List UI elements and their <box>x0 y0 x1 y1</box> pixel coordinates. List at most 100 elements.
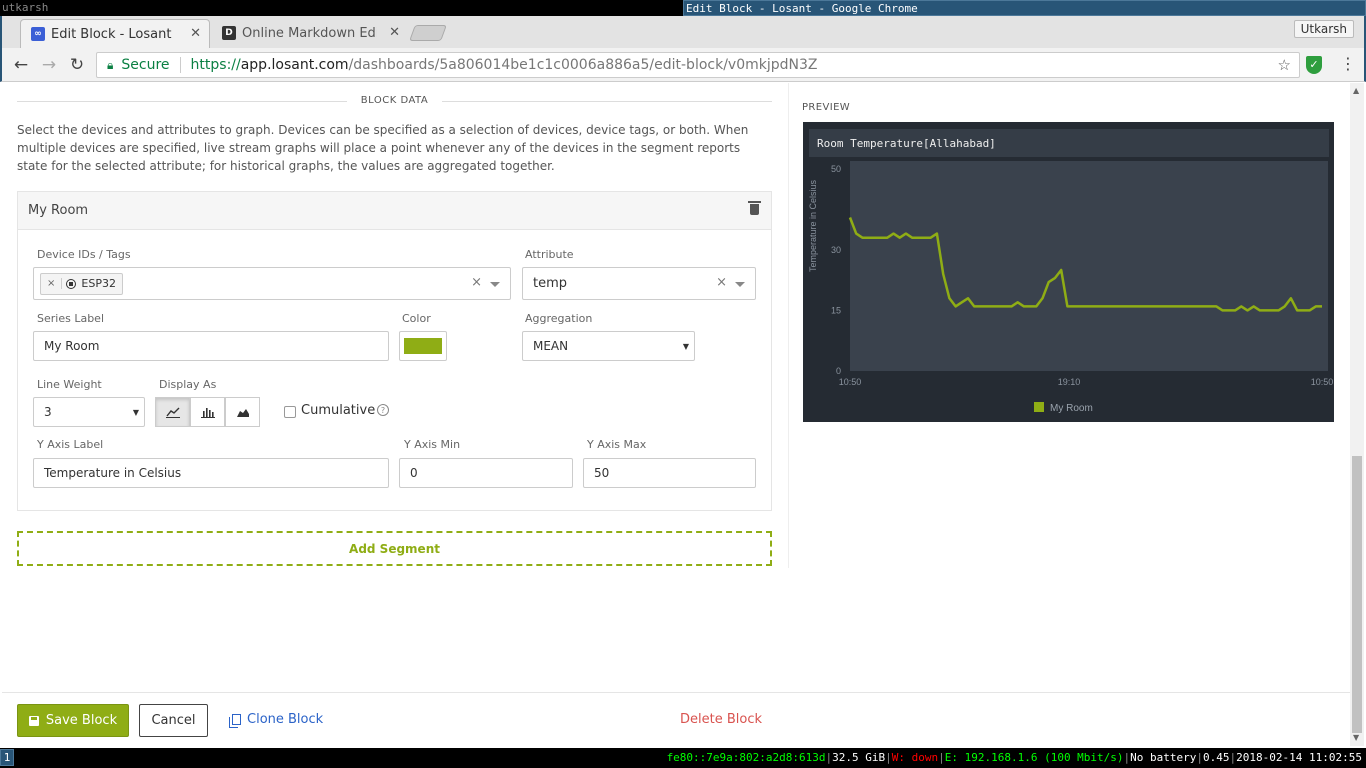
chevron-down-icon[interactable] <box>490 282 500 287</box>
device-ids-input[interactable]: × ESP32 × <box>33 267 511 300</box>
url-path: /dashboards/5a806014be1c1c0006a886a5/edi… <box>348 57 818 73</box>
x-tick-label: 10:50 <box>1311 377 1334 387</box>
wm-top-bar: utkarsh Edit Block - Losant - Google Chr… <box>0 0 1366 16</box>
segment-name: My Room <box>28 203 89 218</box>
wm-status-bar: 1 fe80::7e9a:802:a2d8:613d|32.5 GiB|W: d… <box>0 748 1366 768</box>
scrollbar-thumb[interactable] <box>1352 456 1362 733</box>
preview-chart-panel: Room Temperature[Allahabad] Temperature … <box>803 122 1334 422</box>
attribute-select[interactable]: temp × <box>522 267 756 300</box>
y-axis-label-value: Temperature in Celsius <box>44 466 182 480</box>
color-label: Color <box>402 312 431 325</box>
block-data-description: Select the devices and attributes to gra… <box>17 123 749 173</box>
y-axis-min-input[interactable]: 0 <box>399 458 573 488</box>
block-data-heading: BLOCK DATA <box>17 95 772 106</box>
series-label-label: Series Label <box>37 312 104 325</box>
y-axis-label-label: Y Axis Label <box>37 438 104 451</box>
page-content: BLOCK DATA Select the devices and attrib… <box>2 83 1364 746</box>
chevron-down-icon[interactable] <box>735 282 745 287</box>
close-tab-icon[interactable]: ✕ <box>190 26 201 41</box>
y-axis-max-input[interactable]: 50 <box>583 458 756 488</box>
window-title: Edit Block - Losant - Google Chrome <box>683 0 1366 16</box>
cancel-button[interactable]: Cancel <box>139 704 208 737</box>
scroll-up-icon[interactable]: ▲ <box>1353 86 1359 95</box>
cumulative-checkbox[interactable] <box>284 406 296 418</box>
device-ids-label: Device IDs / Tags <box>37 248 131 261</box>
y-axis-max-label: Y Axis Max <box>587 438 647 451</box>
y-axis-min-label: Y Axis Min <box>404 438 461 451</box>
help-icon[interactable]: ? <box>377 404 389 416</box>
add-segment-button[interactable]: Add Segment <box>17 531 772 566</box>
tab-title: Online Markdown Editor <box>242 26 377 41</box>
area-chart-icon <box>236 409 249 417</box>
reload-icon[interactable]: ↻ <box>66 54 88 76</box>
preview-heading: PREVIEW <box>802 102 851 113</box>
series-label-input[interactable]: My Room <box>33 331 389 361</box>
clone-block-button[interactable]: Clone Block <box>229 712 324 728</box>
chrome-menu-icon[interactable]: ⋮ <box>1340 54 1356 73</box>
remove-chip-icon[interactable]: × <box>41 278 63 289</box>
cumulative-label: Cumulative <box>301 403 376 418</box>
legend-label: My Room <box>1050 403 1093 414</box>
line-weight-select[interactable]: 3 ▼ <box>33 397 145 427</box>
profile-button[interactable]: Utkarsh <box>1293 20 1354 38</box>
forward-arrow-icon[interactable]: → <box>38 54 60 76</box>
scroll-down-icon[interactable]: ▼ <box>1353 733 1359 742</box>
line-chart-icon <box>165 407 180 418</box>
tab-markdown-editor[interactable]: D Online Markdown Editor ✕ <box>212 19 408 48</box>
y-tick-label: 30 <box>831 245 841 255</box>
workspace-button[interactable]: 1 <box>0 749 14 766</box>
browser-toolbar: ← → ↻ 🔒︎ Secure https://app.losant.com/d… <box>0 48 1366 82</box>
url-scheme: https:// <box>190 57 241 73</box>
device-chip[interactable]: × ESP32 <box>40 272 123 295</box>
bookmark-star-icon[interactable]: ☆ <box>1278 56 1291 74</box>
display-line-button[interactable] <box>155 397 190 427</box>
status-line: fe80::7e9a:802:a2d8:613d|32.5 GiB|W: dow… <box>666 751 1362 764</box>
select-caret-icon: ▼ <box>682 342 689 351</box>
line-weight-label: Line Weight <box>37 378 102 391</box>
column-divider <box>788 83 789 568</box>
status-wifi: W: down <box>891 751 939 764</box>
aggregation-value: MEAN <box>533 339 569 353</box>
trash-icon[interactable] <box>748 201 761 215</box>
y-axis-max-value: 50 <box>594 466 610 480</box>
clear-attribute-icon[interactable]: × <box>716 275 727 290</box>
y-axis-label-input[interactable]: Temperature in Celsius <box>33 458 389 488</box>
clone-block-label: Clone Block <box>247 712 324 727</box>
close-tab-icon[interactable]: ✕ <box>389 25 400 40</box>
markdown-favicon-icon: D <box>222 26 236 40</box>
color-picker[interactable] <box>399 331 447 361</box>
new-tab-button[interactable] <box>409 25 447 41</box>
y-axis-title: Temperature in Celsius <box>808 179 818 272</box>
select-caret-icon: ▼ <box>132 408 139 417</box>
clear-devices-icon[interactable]: × <box>471 275 482 290</box>
segment-header[interactable]: My Room <box>18 192 771 230</box>
bar-chart-icon <box>200 408 215 418</box>
display-area-button[interactable] <box>225 397 260 427</box>
x-tick-label: 19:10 <box>1058 377 1081 387</box>
aggregation-select[interactable]: MEAN ▼ <box>522 331 695 361</box>
page-scrollbar[interactable]: ▲ ▼ <box>1350 83 1364 746</box>
save-block-button[interactable]: Save Block <box>17 704 129 737</box>
display-as-label: Display As <box>159 378 217 391</box>
display-as-group <box>155 397 261 427</box>
plot-area <box>850 161 1328 371</box>
address-bar[interactable]: 🔒︎ Secure https://app.losant.com/dashboa… <box>96 52 1300 78</box>
editor-footer: Save Block Cancel Clone Block Delete Blo… <box>2 692 1350 746</box>
line-weight-value: 3 <box>44 405 52 419</box>
back-arrow-icon[interactable]: ← <box>10 54 32 76</box>
display-bar-button[interactable] <box>190 397 225 427</box>
attribute-label: Attribute <box>525 248 574 261</box>
browser-tab-strip: ∞ Edit Block - Losant ✕ D Online Markdow… <box>0 16 1366 48</box>
delete-block-button[interactable]: Delete Block <box>680 712 762 727</box>
device-icon <box>66 278 77 289</box>
extension-shield-icon[interactable]: ✓ <box>1306 56 1322 74</box>
y-tick-label: 15 <box>831 305 841 315</box>
color-swatch <box>404 338 442 354</box>
series-label-value: My Room <box>44 339 100 353</box>
legend-swatch <box>1034 402 1044 412</box>
y-axis-min-value: 0 <box>410 466 418 480</box>
tab-edit-block[interactable]: ∞ Edit Block - Losant ✕ <box>20 19 210 48</box>
save-block-label: Save Block <box>45 713 118 728</box>
status-ethernet: E: 192.168.1.6 (100 Mbit/s) <box>944 751 1124 764</box>
workspace-name: utkarsh <box>2 1 49 14</box>
